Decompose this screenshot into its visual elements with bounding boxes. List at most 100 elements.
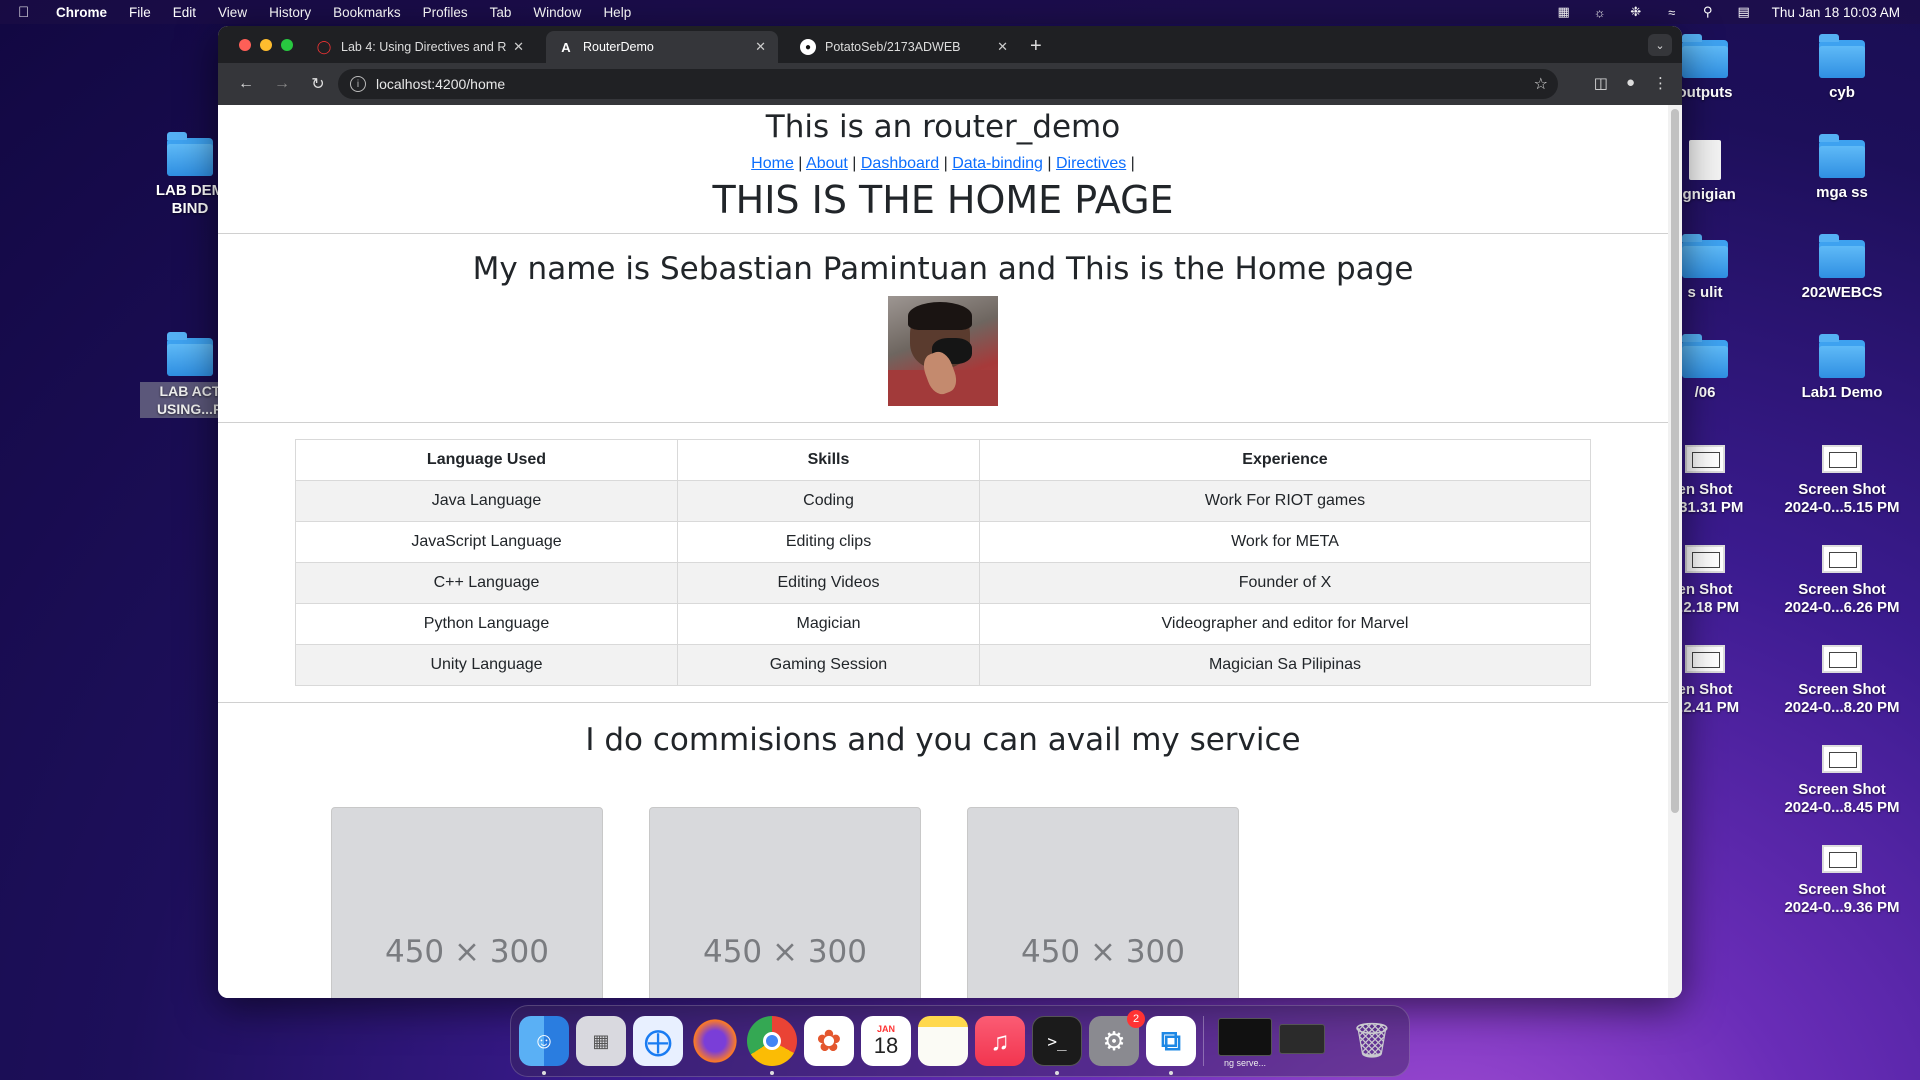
url-text[interactable]: localhost:4200/home bbox=[376, 76, 505, 92]
apple-menu-icon[interactable]:  bbox=[18, 4, 36, 21]
table-header: Experience bbox=[979, 439, 1591, 481]
notes-icon[interactable] bbox=[918, 1016, 968, 1066]
desktop-item-202webcs[interactable]: 202WEBCS bbox=[1772, 234, 1912, 302]
nav-link-data-binding[interactable]: Data-binding bbox=[952, 155, 1043, 172]
table-header: Language Used bbox=[295, 439, 678, 481]
service-card-image[interactable]: 450 × 300 bbox=[967, 807, 1239, 998]
chrome-icon[interactable] bbox=[747, 1016, 797, 1066]
safari-icon[interactable]: ⨁ bbox=[633, 1016, 683, 1066]
tab-routerdemo[interactable]: A RouterDemo ✕ bbox=[546, 31, 778, 63]
minimized-terminal-window[interactable] bbox=[1218, 1018, 1272, 1056]
screenshot-icon bbox=[1685, 645, 1725, 673]
desktop-item-lab1-demo[interactable]: Lab1 Demo bbox=[1772, 334, 1912, 402]
control-center-icon[interactable]: ▤ bbox=[1736, 4, 1752, 19]
more-menu-icon[interactable]: ⋮ bbox=[1653, 74, 1668, 92]
desktop-item-screenshot[interactable]: Screen Shot 2024-0...5.15 PM bbox=[1772, 445, 1912, 517]
bookmark-star-icon[interactable]: ☆ bbox=[1534, 74, 1548, 94]
launchpad-icon[interactable]: ▦ bbox=[576, 1016, 626, 1066]
menu-window[interactable]: Window bbox=[533, 5, 581, 20]
skills-table: Language Used Skills Experience Java Lan… bbox=[295, 439, 1591, 686]
terminal-icon[interactable]: >_ bbox=[1032, 1016, 1082, 1066]
table-cell: Editing Videos bbox=[677, 562, 980, 604]
running-indicator bbox=[1169, 1071, 1173, 1075]
site-info-icon[interactable]: i bbox=[350, 76, 366, 92]
firefox-icon[interactable] bbox=[690, 1016, 740, 1066]
nav-link-directives[interactable]: Directives bbox=[1056, 155, 1126, 172]
nav-link-home[interactable]: Home bbox=[751, 155, 794, 172]
folder-icon bbox=[1819, 134, 1865, 178]
menubar-clock[interactable]: Thu Jan 18 10:03 AM bbox=[1772, 5, 1900, 20]
browser-toolbar: ← → ↻ i localhost:4200/home ☆ ◫ ● ⋮ bbox=[218, 63, 1682, 105]
new-tab-button[interactable]: + bbox=[1030, 35, 1042, 58]
intro-heading: My name is Sebastian Pamintuan and This … bbox=[472, 251, 1414, 287]
vscode-icon[interactable]: ⧉ bbox=[1146, 1016, 1196, 1066]
menu-tab[interactable]: Tab bbox=[490, 5, 512, 20]
address-bar[interactable]: i localhost:4200/home ☆ bbox=[338, 69, 1558, 99]
profile-photo bbox=[888, 296, 998, 406]
menu-app-chrome[interactable]: Chrome bbox=[56, 5, 107, 20]
menu-file[interactable]: File bbox=[129, 5, 151, 20]
desktop-item-label: Screen Shot 2024-0...9.36 PM bbox=[1784, 881, 1900, 916]
menu-edit[interactable]: Edit bbox=[173, 5, 196, 20]
running-indicator bbox=[1055, 1071, 1059, 1075]
music-icon[interactable]: ♫ bbox=[975, 1016, 1025, 1066]
close-tab-icon[interactable]: ✕ bbox=[755, 39, 766, 55]
desktop-item-screenshot[interactable]: Screen Shot 2024-0...9.36 PM bbox=[1772, 845, 1912, 917]
desktop-item-label: 202WEBCS bbox=[1801, 284, 1883, 301]
desktop-item-mga-ss[interactable]: mga ss bbox=[1772, 134, 1912, 202]
airdrop-icon[interactable]: ❉ bbox=[1628, 4, 1644, 19]
close-window-button[interactable] bbox=[239, 39, 251, 51]
menu-help[interactable]: Help bbox=[603, 5, 631, 20]
search-icon[interactable]: ⚲ bbox=[1700, 4, 1716, 19]
creative-cloud-icon[interactable]: ☼ bbox=[1592, 5, 1608, 20]
reload-button[interactable]: ↻ bbox=[304, 70, 332, 98]
screenshot-icon bbox=[1822, 645, 1862, 673]
service-card-image[interactable]: 450 × 300 bbox=[649, 807, 921, 998]
finder-icon[interactable]: ☺ bbox=[519, 1016, 569, 1066]
table-header-row: Language Used Skills Experience bbox=[295, 439, 1591, 481]
page-scrollbar[interactable] bbox=[1668, 105, 1682, 998]
screenshot-icon bbox=[1685, 445, 1725, 473]
desktop-item-label: Lab1 Demo bbox=[1801, 384, 1883, 401]
menu-profiles[interactable]: Profiles bbox=[423, 5, 468, 20]
table-cell: Editing clips bbox=[677, 521, 980, 563]
minimized-vscode-window[interactable] bbox=[1279, 1024, 1325, 1054]
zoom-window-button[interactable] bbox=[281, 39, 293, 51]
side-panel-icon[interactable]: ◫ bbox=[1594, 74, 1608, 92]
menu-bookmarks[interactable]: Bookmarks bbox=[333, 5, 401, 20]
minimize-window-button[interactable] bbox=[260, 39, 272, 51]
folder-icon bbox=[1682, 334, 1728, 378]
close-tab-icon[interactable]: ✕ bbox=[513, 39, 524, 55]
scrollbar-thumb[interactable] bbox=[1671, 109, 1679, 813]
calendar-icon[interactable]: JAN 18 bbox=[861, 1016, 911, 1066]
photos-icon[interactable]: ✿ bbox=[804, 1016, 854, 1066]
back-button[interactable]: ← bbox=[232, 70, 260, 98]
desktop-item-screenshot[interactable]: Screen Shot 2024-0...6.26 PM bbox=[1772, 545, 1912, 617]
desktop-item-label: Screen Shot 2024-0...6.26 PM bbox=[1784, 581, 1900, 616]
tab-search-chevron-icon[interactable]: ⌄ bbox=[1648, 34, 1672, 56]
service-card-image[interactable]: 450 × 300 bbox=[331, 807, 603, 998]
tab-github[interactable]: ● PotatoSeb/2173ADWEB ✕ bbox=[788, 31, 1020, 63]
folder-icon bbox=[1819, 34, 1865, 78]
folder-icon bbox=[167, 132, 213, 176]
trash-icon[interactable]: 🗑 bbox=[1347, 1016, 1397, 1066]
wifi-icon[interactable]: ≈ bbox=[1664, 5, 1680, 20]
menu-view[interactable]: View bbox=[218, 5, 247, 20]
forward-button[interactable]: → bbox=[268, 70, 296, 98]
desktop-item-screenshot[interactable]: Screen Shot 2024-0...8.45 PM bbox=[1772, 745, 1912, 817]
profile-icon[interactable]: ● bbox=[1626, 74, 1635, 92]
close-tab-icon[interactable]: ✕ bbox=[997, 39, 1008, 55]
web-page: This is an router_demo Home | About | Da… bbox=[218, 105, 1668, 998]
desktop-item-cyb[interactable]: cyb bbox=[1772, 34, 1912, 102]
menu-history[interactable]: History bbox=[269, 5, 311, 20]
input-source-icon[interactable]: ▦ bbox=[1556, 4, 1572, 19]
table-cell: Java Language bbox=[295, 480, 678, 522]
nav-link-dashboard[interactable]: Dashboard bbox=[861, 155, 939, 172]
nav-link-about[interactable]: About bbox=[806, 155, 848, 172]
settings-icon[interactable]: ⚙ 2 bbox=[1089, 1010, 1145, 1066]
screenshot-icon bbox=[1822, 445, 1862, 473]
table-cell: Coding bbox=[677, 480, 980, 522]
desktop-item-screenshot[interactable]: Screen Shot 2024-0...8.20 PM bbox=[1772, 645, 1912, 717]
tab-lab4[interactable]: ◯ Lab 4: Using Directives and R ✕ bbox=[304, 31, 536, 63]
dock: ☺ ▦ ⨁ ✿ JAN 18 ♫ >_ ⚙ 2 ⧉ ng serve... 🗑 bbox=[510, 1005, 1410, 1077]
